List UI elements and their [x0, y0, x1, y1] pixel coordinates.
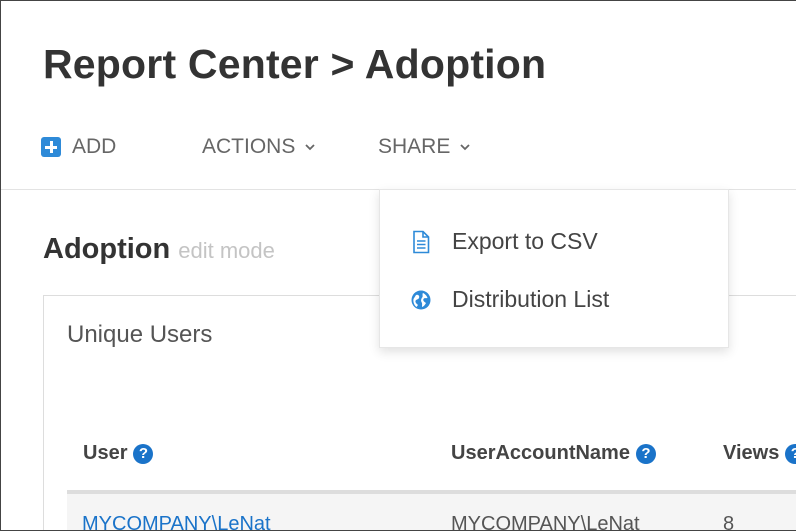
help-icon[interactable]: ? — [635, 443, 656, 464]
column-header-useraccountname[interactable]: UserAccountName ? — [451, 442, 656, 465]
column-header-user[interactable]: User ? — [83, 442, 154, 465]
column-header-label: Views — [723, 442, 780, 464]
account-name-cell: MYCOMPANY\LeNat — [451, 513, 640, 531]
share-label: SHARE — [378, 135, 451, 158]
column-header-views[interactable]: Views ? — [723, 442, 796, 465]
edit-mode-link[interactable]: edit mode — [178, 238, 275, 263]
app-frame: Report Center > Adoption ADD ACTIONS SHA… — [0, 0, 796, 531]
share-dropdown-menu: Export to CSV Distribution List — [379, 189, 729, 348]
user-link[interactable]: MYCOMPANY\LeNat — [82, 513, 271, 530]
chevron-down-icon — [460, 144, 470, 151]
globe-icon — [411, 290, 431, 309]
document-icon — [413, 230, 430, 253]
page-title: Report Center > Adoption — [43, 41, 547, 87]
plus-icon — [41, 137, 61, 157]
chevron-down-icon — [305, 144, 315, 151]
add-label: ADD — [72, 135, 117, 158]
help-icon[interactable]: ? — [785, 443, 796, 464]
views-cell: 8 — [723, 513, 735, 531]
menu-item-export-csv[interactable]: Export to CSV — [410, 228, 598, 255]
menu-item-label: Distribution List — [452, 286, 610, 312]
card-title: Unique Users — [67, 321, 213, 348]
menu-item-label: Export to CSV — [452, 228, 598, 254]
add-button[interactable]: ADD — [41, 135, 116, 159]
column-header-label: User — [83, 442, 128, 464]
actions-menu-button[interactable]: ACTIONS — [202, 135, 316, 159]
report-subtitle: Adoption edit mode — [43, 233, 275, 266]
share-menu-button[interactable]: SHARE — [378, 135, 471, 159]
report-name: Adoption — [43, 233, 171, 265]
actions-label: ACTIONS — [202, 135, 296, 158]
menu-item-distribution-list[interactable]: Distribution List — [410, 286, 609, 313]
column-header-label: UserAccountName — [451, 442, 630, 464]
help-icon[interactable]: ? — [133, 443, 154, 464]
